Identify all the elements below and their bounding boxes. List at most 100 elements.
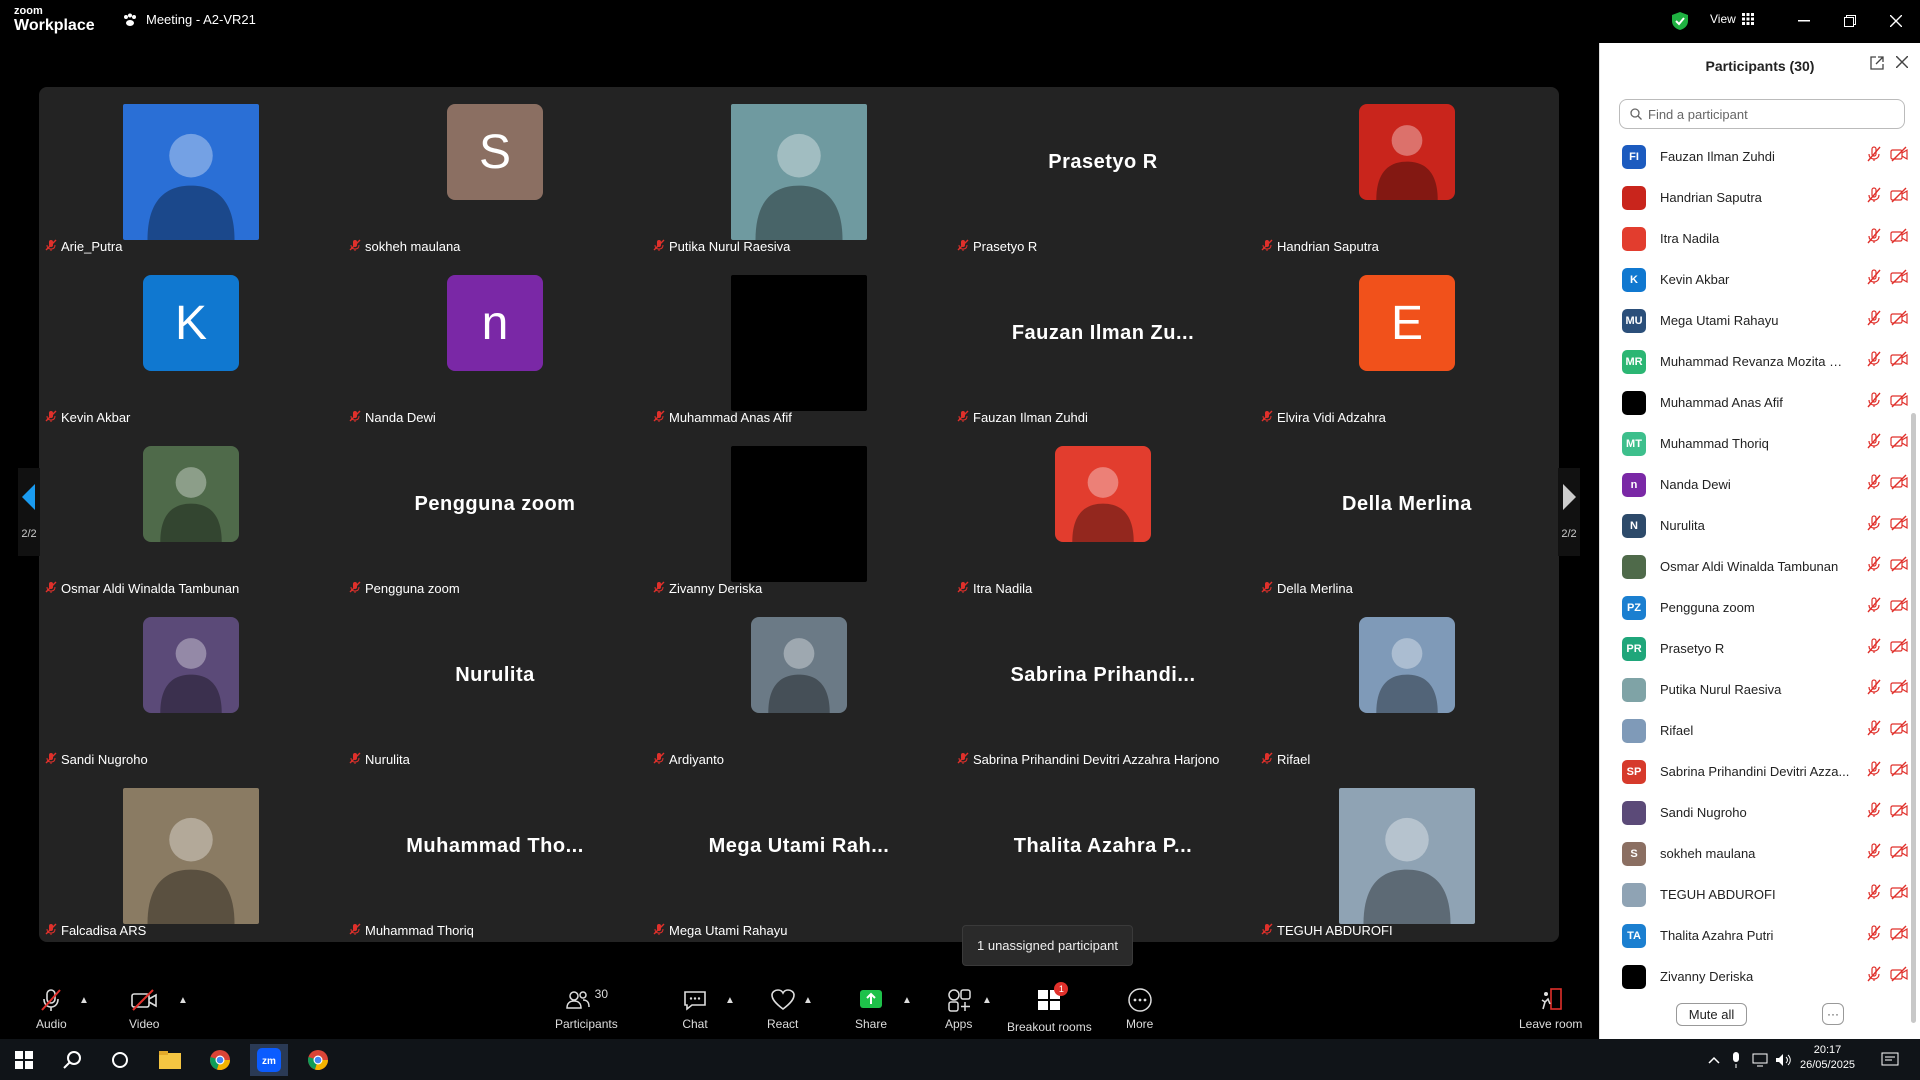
share-caret-icon[interactable]: ▲ bbox=[902, 995, 912, 1006]
video-tile[interactable]: Sandi Nugroho bbox=[39, 600, 343, 771]
video-tile[interactable]: Arie_Putra bbox=[39, 87, 343, 258]
participant-row[interactable]: PZ Pengguna zoom bbox=[1600, 587, 1908, 628]
react-caret-icon[interactable]: ▲ bbox=[803, 995, 813, 1006]
participant-row[interactable]: Zivanny Deriska bbox=[1600, 956, 1908, 997]
leave-room-button[interactable]: Leave room bbox=[1519, 987, 1582, 1031]
search-taskbar-icon[interactable] bbox=[56, 1044, 88, 1076]
mute-all-button[interactable]: Mute all bbox=[1676, 1003, 1747, 1026]
notifications-icon[interactable] bbox=[1874, 1044, 1906, 1076]
audio-caret-icon[interactable]: ▲ bbox=[79, 995, 89, 1006]
video-tile[interactable]: K Kevin Akbar bbox=[39, 258, 343, 429]
video-tile[interactable]: Osmar Aldi Winalda Tambunan bbox=[39, 429, 343, 600]
participant-row[interactable]: MR Muhammad Revanza Mozita Ha... bbox=[1600, 341, 1908, 382]
restore-icon[interactable] bbox=[1838, 10, 1862, 32]
search-input[interactable]: Find a participant bbox=[1619, 99, 1905, 129]
video-tile[interactable]: Zivanny Deriska bbox=[647, 429, 951, 600]
prev-page-button[interactable]: 2/2 bbox=[18, 468, 40, 556]
mic-muted-icon[interactable] bbox=[1866, 720, 1882, 741]
video-tile[interactable]: Falcadisa ARS bbox=[39, 771, 343, 942]
close-icon[interactable] bbox=[1884, 10, 1908, 32]
video-off-icon[interactable] bbox=[1890, 515, 1908, 536]
popout-icon[interactable] bbox=[1870, 56, 1884, 70]
task-view-icon[interactable] bbox=[104, 1044, 136, 1076]
mic-muted-icon[interactable] bbox=[1866, 474, 1882, 495]
participant-row[interactable]: K Kevin Akbar bbox=[1600, 259, 1908, 300]
video-off-icon[interactable] bbox=[1890, 392, 1908, 413]
video-tile[interactable]: Prasetyo R Prasetyo R bbox=[951, 87, 1255, 258]
volume-icon[interactable] bbox=[1768, 1044, 1800, 1076]
video-tile[interactable]: Fauzan Ilman Zu... Fauzan Ilman Zuhdi bbox=[951, 258, 1255, 429]
video-tile[interactable]: Itra Nadila bbox=[951, 429, 1255, 600]
video-tile[interactable]: Handrian Saputra bbox=[1255, 87, 1559, 258]
participant-row[interactable]: MT Muhammad Thoriq bbox=[1600, 423, 1908, 464]
panel-scrollbar[interactable] bbox=[1911, 413, 1916, 1023]
mic-muted-icon[interactable] bbox=[1866, 392, 1882, 413]
video-tile[interactable]: E Elvira Vidi Adzahra bbox=[1255, 258, 1559, 429]
chrome-icon[interactable] bbox=[204, 1044, 236, 1076]
breakout-rooms-button[interactable]: 1 Breakout rooms bbox=[1007, 982, 1092, 1034]
mic-muted-icon[interactable] bbox=[1866, 966, 1882, 987]
view-button[interactable]: View bbox=[1710, 12, 1754, 26]
video-off-icon[interactable] bbox=[1890, 720, 1908, 741]
participant-row[interactable]: SP Sabrina Prihandini Devitri Azza... bbox=[1600, 751, 1908, 792]
mic-muted-icon[interactable] bbox=[1866, 228, 1882, 249]
participant-row[interactable]: FI Fauzan Ilman Zuhdi bbox=[1600, 136, 1908, 177]
mic-muted-icon[interactable] bbox=[1866, 146, 1882, 167]
video-tile[interactable]: Della Merlina Della Merlina bbox=[1255, 429, 1559, 600]
participant-row[interactable]: TA Thalita Azahra Putri bbox=[1600, 915, 1908, 956]
apps-caret-icon[interactable]: ▲ bbox=[982, 995, 992, 1006]
participant-row[interactable]: Ssokheh maulana bbox=[1600, 833, 1908, 874]
video-off-icon[interactable] bbox=[1890, 843, 1908, 864]
chrome-profile-icon[interactable] bbox=[302, 1044, 334, 1076]
participant-row[interactable]: Sandi Nugroho bbox=[1600, 792, 1908, 833]
video-off-icon[interactable] bbox=[1890, 761, 1908, 782]
mic-muted-icon[interactable] bbox=[1866, 187, 1882, 208]
video-off-icon[interactable] bbox=[1890, 228, 1908, 249]
more-button[interactable]: More bbox=[1126, 987, 1153, 1031]
participant-row[interactable]: TEGUH ABDUROFI bbox=[1600, 874, 1908, 915]
video-off-icon[interactable] bbox=[1890, 966, 1908, 987]
video-tile[interactable]: Sabrina Prihandi... Sabrina Prihandini De… bbox=[951, 600, 1255, 771]
next-page-button[interactable]: 2/2 bbox=[1558, 468, 1580, 556]
zoom-taskbar-icon[interactable]: zm bbox=[250, 1044, 288, 1076]
participants-button[interactable]: 30 Participants bbox=[555, 987, 618, 1031]
video-caret-icon[interactable]: ▲ bbox=[178, 995, 188, 1006]
mic-muted-icon[interactable] bbox=[1866, 556, 1882, 577]
apps-button[interactable]: Apps bbox=[945, 987, 972, 1031]
video-button[interactable]: Video bbox=[129, 987, 159, 1031]
video-off-icon[interactable] bbox=[1890, 351, 1908, 372]
video-off-icon[interactable] bbox=[1890, 925, 1908, 946]
video-off-icon[interactable] bbox=[1890, 679, 1908, 700]
shield-check-icon[interactable] bbox=[1671, 11, 1689, 31]
participant-row[interactable]: Handrian Saputra bbox=[1600, 177, 1908, 218]
video-tile[interactable]: n Nanda Dewi bbox=[343, 258, 647, 429]
video-tile[interactable]: Rifael bbox=[1255, 600, 1559, 771]
participant-row[interactable]: Putika Nurul Raesiva bbox=[1600, 669, 1908, 710]
video-tile[interactable]: Thalita Azahra P... bbox=[951, 771, 1255, 942]
video-tile[interactable]: TEGUH ABDUROFI bbox=[1255, 771, 1559, 942]
video-tile[interactable]: Putika Nurul Raesiva bbox=[647, 87, 951, 258]
video-off-icon[interactable] bbox=[1890, 433, 1908, 454]
video-off-icon[interactable] bbox=[1890, 802, 1908, 823]
react-button[interactable]: React bbox=[767, 987, 798, 1031]
mic-muted-icon[interactable] bbox=[1866, 925, 1882, 946]
mic-muted-icon[interactable] bbox=[1866, 884, 1882, 905]
mic-muted-icon[interactable] bbox=[1866, 679, 1882, 700]
mic-muted-icon[interactable] bbox=[1866, 433, 1882, 454]
video-off-icon[interactable] bbox=[1890, 474, 1908, 495]
windows-start-icon[interactable] bbox=[8, 1044, 40, 1076]
video-off-icon[interactable] bbox=[1890, 884, 1908, 905]
minimize-icon[interactable] bbox=[1792, 10, 1816, 32]
mic-muted-icon[interactable] bbox=[1866, 269, 1882, 290]
video-off-icon[interactable] bbox=[1890, 597, 1908, 618]
video-tile[interactable]: Muhammad Anas Afif bbox=[647, 258, 951, 429]
taskbar-clock[interactable]: 20:17 26/05/2025 bbox=[1800, 1043, 1855, 1073]
audio-button[interactable]: Audio bbox=[36, 987, 67, 1031]
mic-muted-icon[interactable] bbox=[1866, 597, 1882, 618]
mic-muted-icon[interactable] bbox=[1866, 310, 1882, 331]
video-off-icon[interactable] bbox=[1890, 556, 1908, 577]
video-off-icon[interactable] bbox=[1890, 187, 1908, 208]
chat-caret-icon[interactable]: ▲ bbox=[725, 995, 735, 1006]
participant-row[interactable]: n Nanda Dewi bbox=[1600, 464, 1908, 505]
video-tile[interactable]: Muhammad Tho... Muhammad Thoriq bbox=[343, 771, 647, 942]
